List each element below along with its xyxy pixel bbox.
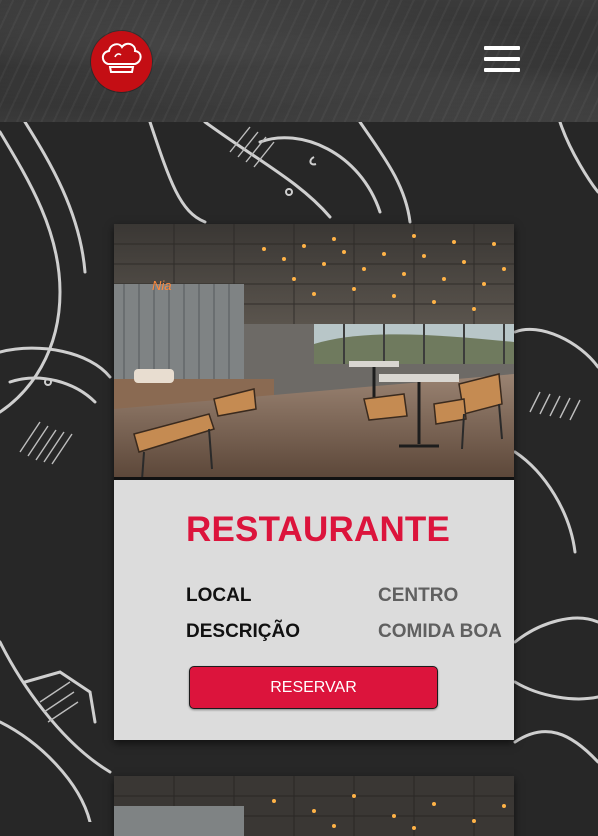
restaurant-interior-photo: Nia (114, 224, 514, 480)
restaurant-card: Nia RESTAURANTE LOCAL CENTRO DESCRIÇÃO C… (114, 224, 514, 740)
detail-label-descricao: DESCRIÇÃO (186, 621, 301, 642)
logo[interactable] (91, 31, 152, 92)
restaurant-card (114, 776, 514, 836)
svg-text:Nia: Nia (152, 278, 172, 293)
detail-value-local: CENTRO (378, 585, 459, 606)
detail-label-local: LOCAL (186, 585, 252, 606)
top-header (0, 0, 598, 122)
reservar-button[interactable]: RESERVAR (189, 666, 438, 709)
hamburger-menu-icon[interactable] (484, 46, 520, 72)
restaurant-interior-photo (114, 776, 514, 836)
chef-hat-icon (101, 42, 142, 73)
detail-value-descricao: COMIDA BOA (378, 621, 502, 642)
card-title: RESTAURANTE (186, 510, 451, 549)
